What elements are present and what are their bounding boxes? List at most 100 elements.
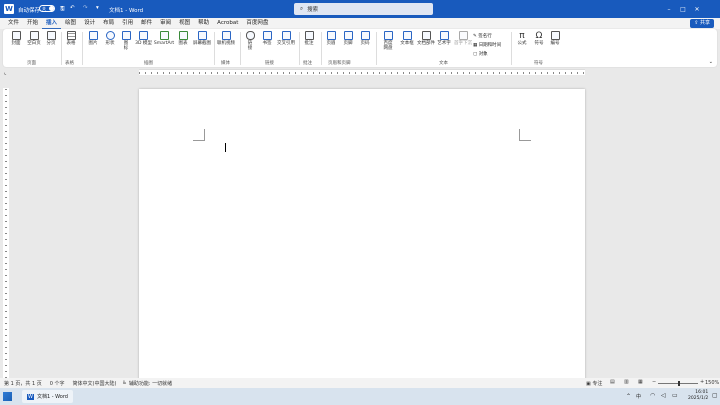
drop-cap-button[interactable]: 首字下沉: [453, 31, 473, 46]
customize-qat-icon[interactable]: ▾: [96, 5, 99, 11]
collapse-ribbon-icon[interactable]: ⌄: [709, 59, 713, 65]
smartart-button[interactable]: SmartArt: [153, 31, 175, 46]
tab-8[interactable]: 审阅: [156, 18, 175, 29]
signature-line-button[interactable]: ✎ 签名行: [473, 32, 501, 41]
divider: [299, 32, 300, 65]
share-label: 共享: [699, 20, 710, 26]
autosave-toggle[interactable]: 关: [39, 5, 55, 12]
close-icon[interactable]: ✕: [690, 0, 704, 18]
equation-button[interactable]: π 公式: [514, 31, 530, 46]
screenshot-button[interactable]: 屏幕截图: [191, 31, 213, 46]
shapes-button[interactable]: 形状: [102, 31, 118, 46]
tab-7[interactable]: 邮件: [137, 18, 156, 29]
symbol-button[interactable]: Ω 符号: [531, 31, 547, 46]
wifi-icon[interactable]: ◠: [650, 392, 655, 399]
save-icon[interactable]: 🖫: [60, 5, 65, 14]
bookmark-button[interactable]: 书签: [259, 31, 275, 46]
table-icon: [66, 31, 76, 40]
word-count[interactable]: 0 个字: [50, 380, 65, 387]
header-label: 页眉: [326, 41, 336, 46]
search-box[interactable]: ⌕ 搜索: [294, 3, 433, 15]
web-layout-icon[interactable]: ▦: [638, 379, 643, 385]
windows-start-icon[interactable]: [3, 392, 12, 401]
3d-model-button[interactable]: 3D 模型: [134, 31, 153, 46]
maximize-icon[interactable]: □: [676, 0, 690, 18]
ime-icon[interactable]: 中: [636, 393, 641, 400]
table-button[interactable]: 表格: [63, 31, 79, 46]
volume-icon[interactable]: ◁: [661, 392, 666, 399]
date-time-button[interactable]: ▦ 日期和时间: [473, 41, 501, 50]
zoom-in-icon[interactable]: +: [700, 379, 704, 385]
language-status[interactable]: 简体中文(中国大陆): [73, 380, 117, 387]
clock[interactable]: 16:01 2025/1/2: [688, 390, 708, 402]
textbox-button[interactable]: 文本框: [398, 31, 416, 46]
document-page[interactable]: [139, 89, 585, 381]
group-comments: 批注: [303, 61, 312, 66]
redo-icon[interactable]: ↷: [83, 5, 88, 11]
search-placeholder: 搜索: [307, 7, 319, 13]
icons-button[interactable]: 图标: [119, 31, 133, 51]
tab-11[interactable]: Acrobat: [213, 18, 242, 29]
focus-button[interactable]: ▣ 专注: [586, 380, 602, 387]
autosave-label: 自动保存: [18, 8, 41, 14]
blank-page-button[interactable]: 空白页: [25, 31, 43, 46]
baidu-netdisk-button[interactable]: 百度网盘: [378, 31, 398, 51]
cover-button[interactable]: 封面: [7, 31, 25, 46]
online-video-button[interactable]: 联机视频: [215, 31, 237, 46]
menu-bar: 文件 开始 插入 绘图 设计 布局 引用 邮件 审阅 视图 帮助 Acrobat 百度网盘 ⇪ 共享: [0, 18, 720, 29]
page-number-button[interactable]: 页码: [357, 31, 373, 46]
document-title: 文档1 - Word: [109, 8, 144, 14]
wordart-button[interactable]: 艺术字: [435, 31, 453, 46]
group-media: 媒体: [221, 61, 230, 66]
zoom-slider[interactable]: [658, 381, 698, 386]
chart-label: 图表: [178, 41, 188, 46]
undo-icon[interactable]: ↶: [70, 5, 75, 11]
doc-parts-button[interactable]: 文档部件: [416, 31, 436, 46]
link-button[interactable]: 链接: [243, 31, 257, 51]
share-button[interactable]: ⇪ 共享: [690, 19, 714, 28]
footer-button[interactable]: 页脚: [340, 31, 356, 46]
shapes-icon: [105, 31, 115, 40]
status-bar: 第 1 页，共 1 页 0 个字 简体中文(中国大陆) ♿ 辅助功能: 一切就绪…: [0, 378, 720, 388]
cross-ref-button[interactable]: 交叉引用: [275, 31, 297, 46]
tab-3[interactable]: 绘图: [61, 18, 80, 29]
tab-0[interactable]: 文件: [4, 18, 23, 29]
search-icon: ⌕: [300, 5, 304, 12]
tab-selector-icon[interactable]: ⌞: [4, 70, 6, 76]
3d-model-label: 3D 模型: [135, 41, 152, 46]
header-button[interactable]: 页眉: [323, 31, 339, 46]
chart-button[interactable]: 图表: [175, 31, 191, 46]
cross-ref-icon: [281, 31, 291, 40]
print-layout-icon[interactable]: ▥: [624, 379, 629, 385]
horizontal-ruler[interactable]: [139, 69, 585, 75]
page-count[interactable]: 第 1 页，共 1 页: [4, 380, 42, 387]
tab-6[interactable]: 引用: [118, 18, 137, 29]
taskbar-word-app[interactable]: W 文档1 - Word: [22, 390, 73, 403]
divider: [511, 32, 512, 65]
tab-4[interactable]: 设计: [80, 18, 99, 29]
zoom-out-icon[interactable]: −: [652, 379, 656, 385]
tab-9[interactable]: 视图: [175, 18, 194, 29]
notification-icon[interactable]: ▢: [712, 392, 718, 399]
tab-2[interactable]: 插入: [42, 18, 62, 29]
vertical-ruler[interactable]: [3, 88, 9, 378]
zoom-slider-thumb[interactable]: [678, 381, 680, 386]
accessibility-status[interactable]: 辅助功能: 一切就绪: [129, 380, 172, 387]
tab-1[interactable]: 开始: [23, 18, 42, 29]
tab-12[interactable]: 百度网盘: [242, 18, 272, 29]
tab-5[interactable]: 布局: [99, 18, 118, 29]
read-mode-icon[interactable]: ▤: [610, 379, 615, 385]
chevron-up-icon[interactable]: ⌃: [626, 393, 631, 400]
tab-10[interactable]: 帮助: [194, 18, 213, 29]
page-break-button[interactable]: 分页: [43, 31, 59, 46]
zoom-level[interactable]: 150%: [705, 380, 719, 386]
numbering-button[interactable]: 编号: [547, 31, 563, 46]
comment-button[interactable]: 批注: [301, 31, 317, 46]
page-number-icon: [360, 31, 370, 40]
minimize-icon[interactable]: –: [662, 0, 676, 18]
battery-icon[interactable]: ▭: [672, 392, 678, 399]
smartart-icon: [159, 31, 169, 40]
object-button[interactable]: ▢ 对象: [473, 50, 501, 59]
picture-button[interactable]: 图片: [85, 31, 101, 46]
cover-icon: [11, 31, 21, 40]
